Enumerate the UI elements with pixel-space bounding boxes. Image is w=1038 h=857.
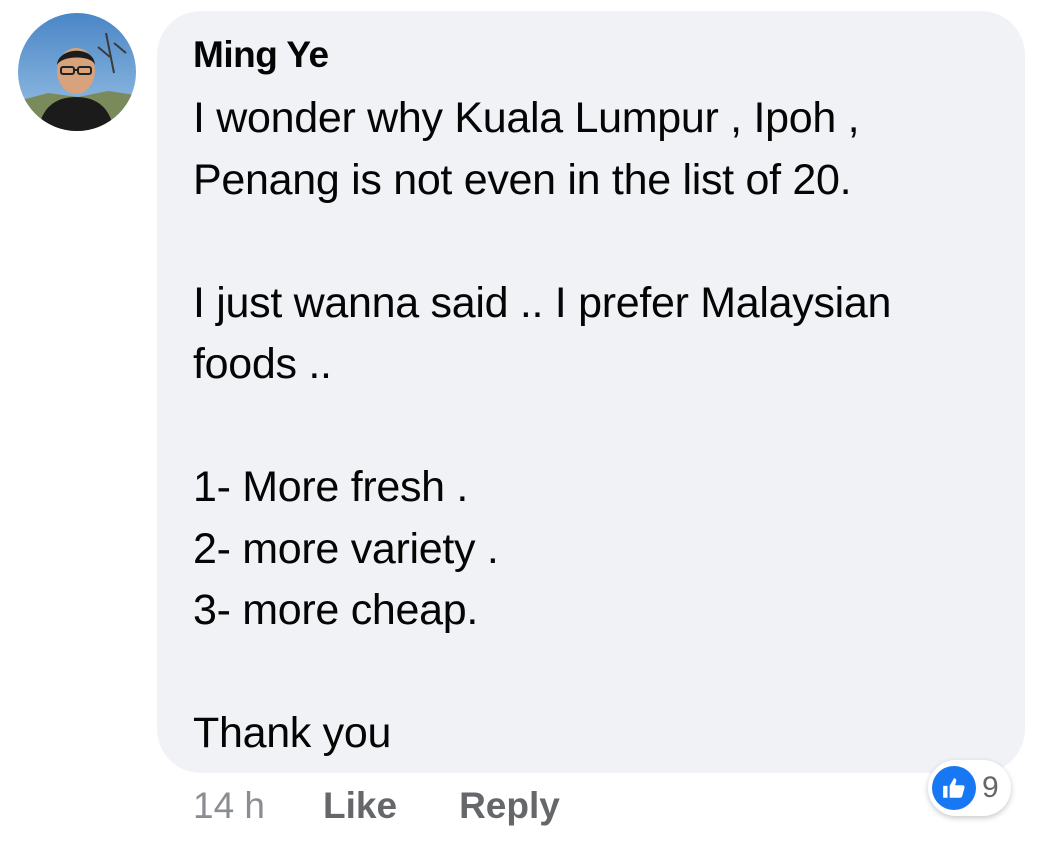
- comment-line: I wonder why Kuala Lumpur , Ipoh ,: [193, 94, 860, 142]
- comment-line: 3- more cheap.: [193, 586, 479, 634]
- like-button[interactable]: Like: [323, 785, 397, 827]
- reaction-summary[interactable]: 9: [928, 760, 1011, 816]
- like-thumb-icon: [932, 766, 976, 810]
- reaction-count: 9: [982, 771, 999, 804]
- comment-timestamp[interactable]: 14 h: [193, 785, 265, 827]
- comment-line: [193, 396, 1008, 458]
- comment-line: [193, 642, 1008, 704]
- comment-line: foods ..: [193, 340, 332, 388]
- avatar-photo: [18, 13, 136, 131]
- comment-line: [193, 211, 1008, 273]
- comment-body: I wonder why Kuala Lumpur , Ipoh , Penan…: [193, 88, 1008, 765]
- comment-line: 1- More fresh .: [193, 463, 469, 511]
- reply-button[interactable]: Reply: [459, 785, 560, 827]
- comment-line: Thank you: [193, 709, 392, 757]
- comment-line: 2- more variety .: [193, 524, 499, 573]
- comment-line: I just wanna said .. I prefer Malaysian: [193, 278, 892, 327]
- avatar[interactable]: [18, 13, 136, 131]
- comment-actions: 14 h Like Reply: [193, 782, 560, 830]
- comment-author[interactable]: Ming Ye: [193, 34, 329, 76]
- comment-line: Penang is not even in the list of 20.: [193, 155, 852, 204]
